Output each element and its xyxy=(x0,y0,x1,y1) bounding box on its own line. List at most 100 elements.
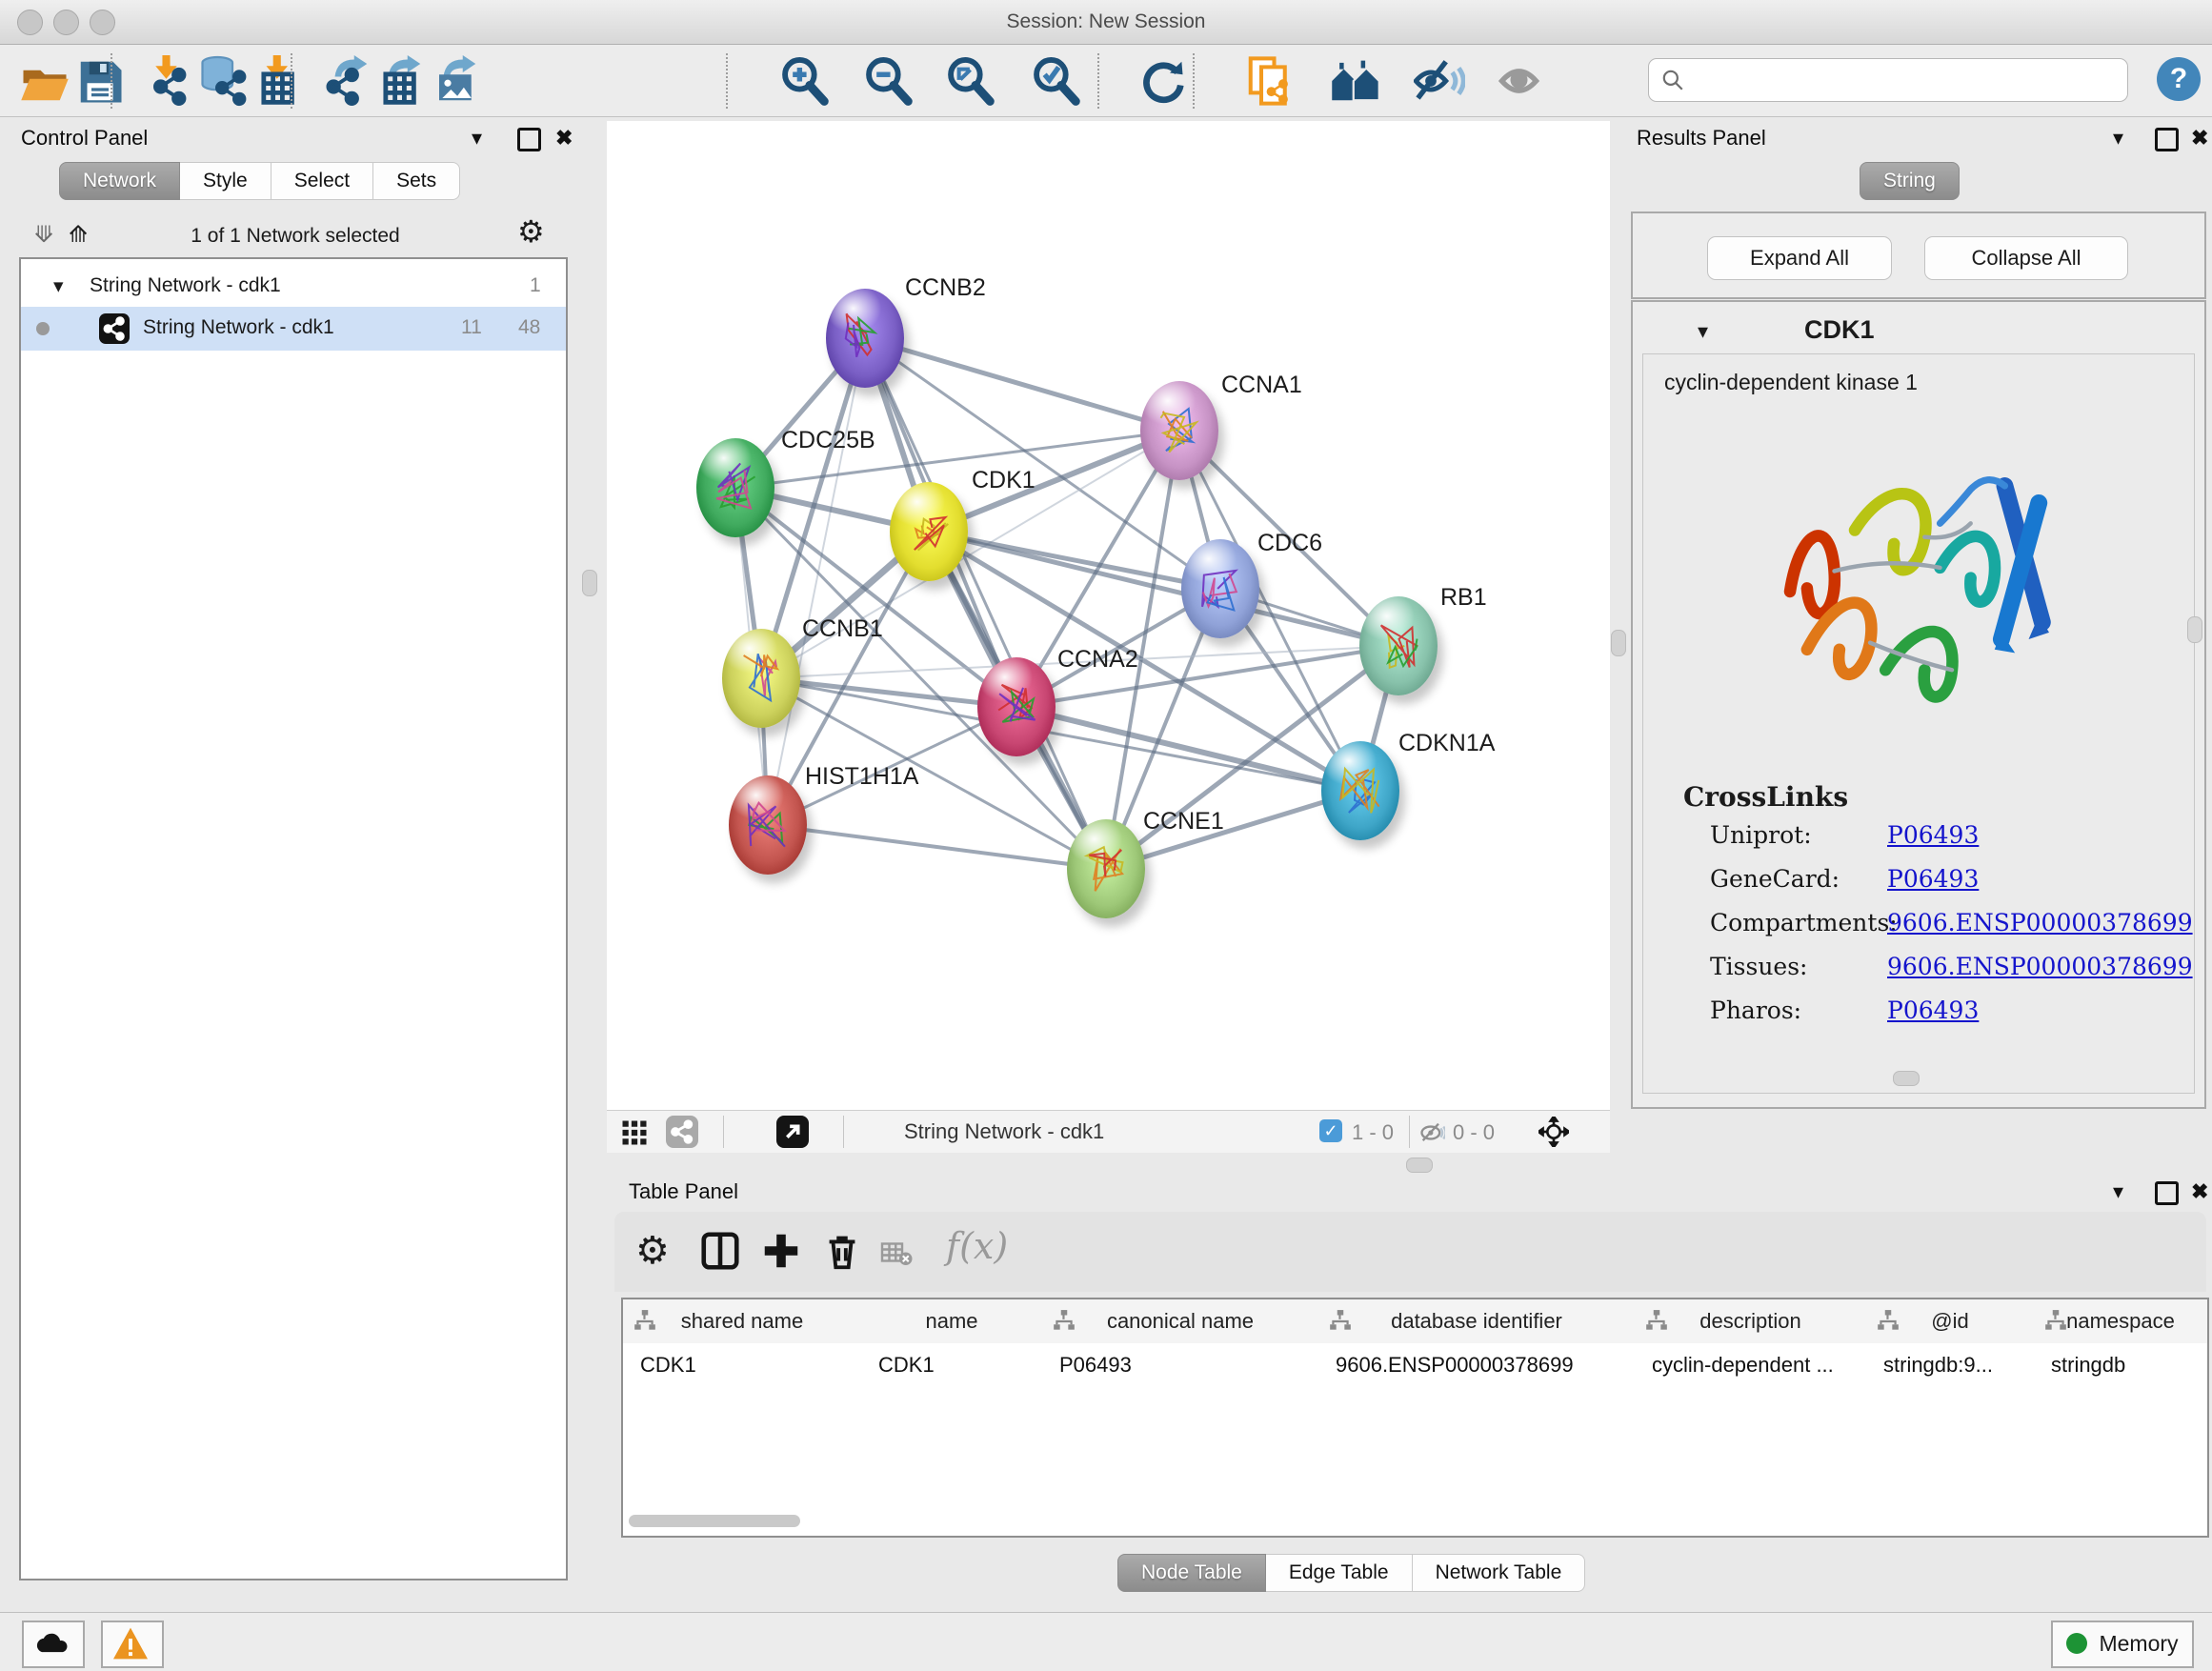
memory-button[interactable]: Memory xyxy=(2051,1621,2194,1668)
help-button[interactable]: ? xyxy=(2157,57,2201,101)
search-input[interactable] xyxy=(1695,61,2118,97)
network-node-CDK1[interactable] xyxy=(890,482,968,581)
crosslink-link[interactable]: P06493 xyxy=(1887,865,1979,893)
network-node-CCNB1[interactable] xyxy=(722,629,800,728)
delete-table-icon[interactable] xyxy=(879,1237,923,1280)
show-columns-icon[interactable] xyxy=(698,1229,742,1273)
tab-select[interactable]: Select xyxy=(271,162,373,200)
table-panel-float-icon[interactable] xyxy=(2155,1181,2179,1211)
network-collection-row[interactable]: ▾ String Network - cdk1 1 xyxy=(21,265,566,309)
birdseye-view-icon[interactable] xyxy=(776,1116,809,1148)
tab-network[interactable]: Network xyxy=(59,162,180,200)
table-cell[interactable]: stringdb:9... xyxy=(1883,1343,2028,1397)
table-cell[interactable]: stringdb xyxy=(2051,1343,2202,1397)
table-cell[interactable]: CDK1 xyxy=(640,1343,855,1397)
network-edge[interactable] xyxy=(768,338,865,825)
column-header-database-identifier[interactable]: database identifier xyxy=(1318,1299,1636,1343)
table-options-gear-icon[interactable]: ⚙ xyxy=(635,1229,679,1273)
fit-crosshair-icon[interactable] xyxy=(1538,1117,1569,1147)
network-thumbnail-icon[interactable] xyxy=(666,1116,698,1148)
network-node-HIST1H1A[interactable] xyxy=(729,775,807,875)
table-cell[interactable]: CDK1 xyxy=(878,1343,1036,1397)
network-row-selected[interactable]: String Network - cdk1 11 48 xyxy=(21,307,566,351)
network-node-CDC25B[interactable] xyxy=(696,438,774,537)
control-panel-menu-icon[interactable]: ▾ xyxy=(472,126,482,151)
selected-checkbox-icon[interactable]: ✓ xyxy=(1319,1119,1342,1142)
import-table-button[interactable] xyxy=(253,55,305,107)
results-panel-menu-icon[interactable]: ▾ xyxy=(2113,126,2123,151)
search-box[interactable] xyxy=(1648,58,2128,102)
column-header-name[interactable]: name xyxy=(861,1299,1043,1343)
collapse-all-button[interactable]: Collapse All xyxy=(1924,236,2128,280)
crosslink-link[interactable]: P06493 xyxy=(1887,997,1979,1024)
close-window-button[interactable] xyxy=(17,10,43,35)
delete-column-icon[interactable] xyxy=(820,1229,864,1273)
tab-edge-table[interactable]: Edge Table xyxy=(1266,1554,1413,1592)
open-session-button[interactable] xyxy=(19,55,70,107)
column-header-canonical-name[interactable]: canonical name xyxy=(1042,1299,1319,1343)
tab-sets[interactable]: Sets xyxy=(373,162,460,200)
network-node-CDC6[interactable] xyxy=(1181,539,1259,638)
network-edge[interactable] xyxy=(865,338,1179,431)
splitter-handle[interactable] xyxy=(582,570,597,596)
splitter-handle[interactable] xyxy=(1406,1158,1433,1173)
cloud-button[interactable] xyxy=(22,1621,85,1668)
collection-expander-icon[interactable]: ▾ xyxy=(53,274,64,298)
crosslink-link[interactable]: 9606.ENSP00000378699 xyxy=(1887,909,2193,936)
column-header--id[interactable]: @id xyxy=(1866,1299,2035,1343)
collapse-all-icon[interactable]: ⟱ xyxy=(34,221,53,249)
network-node-CCNB2[interactable] xyxy=(826,289,904,388)
control-panel-close-icon[interactable]: ✖ xyxy=(555,126,573,151)
export-table-button[interactable] xyxy=(375,55,427,107)
network-node-CCNA1[interactable] xyxy=(1140,381,1218,480)
network-canvas[interactable]: CCNB2CCNA1CDC25BCDK1CDC6RB1CCNB1CCNA2CDK… xyxy=(607,121,1610,1110)
export-network-button[interactable] xyxy=(322,55,373,107)
node-table[interactable]: shared nameCDK1nameCDK1 canonical nameP0… xyxy=(621,1298,2209,1538)
function-builder-icon[interactable]: f(x) xyxy=(946,1225,990,1269)
splitter-handle[interactable] xyxy=(1611,630,1626,656)
expand-all-icon[interactable]: ⟰ xyxy=(69,221,88,249)
card-scrollbar[interactable] xyxy=(2187,616,2202,643)
tab-network-table[interactable]: Network Table xyxy=(1413,1554,1586,1592)
table-horizontal-scrollbar[interactable] xyxy=(629,1515,800,1527)
network-node-CDKN1A[interactable] xyxy=(1321,741,1399,840)
column-header-description[interactable]: description xyxy=(1635,1299,1867,1343)
hidden-eye-icon[interactable] xyxy=(1418,1119,1445,1146)
import-network-button[interactable] xyxy=(145,55,196,107)
expand-all-button[interactable]: Expand All xyxy=(1707,236,1892,280)
tab-style[interactable]: Style xyxy=(180,162,271,200)
minimize-window-button[interactable] xyxy=(53,10,79,35)
network-node-CCNA2[interactable] xyxy=(977,657,1056,756)
tab-string[interactable]: String xyxy=(1860,162,1960,200)
table-cell[interactable]: cyclin-dependent ... xyxy=(1652,1343,1860,1397)
network-node-RB1[interactable] xyxy=(1359,596,1438,695)
export-image-button[interactable] xyxy=(431,55,482,107)
network-node-CCNE1[interactable] xyxy=(1067,819,1145,918)
save-session-button[interactable] xyxy=(74,55,126,107)
zoom-selected-button[interactable] xyxy=(1031,55,1082,107)
create-column-icon[interactable] xyxy=(759,1229,803,1273)
zoom-out-button[interactable] xyxy=(863,55,915,107)
column-header-shared-name[interactable]: shared name xyxy=(623,1299,862,1343)
zoom-window-button[interactable] xyxy=(90,10,115,35)
gene-expander-icon[interactable]: ▾ xyxy=(1698,319,1708,344)
table-panel-menu-icon[interactable]: ▾ xyxy=(2113,1179,2123,1204)
refresh-button[interactable] xyxy=(1136,55,1187,107)
zoom-fit-button[interactable] xyxy=(945,55,996,107)
crosslink-link[interactable]: P06493 xyxy=(1887,821,1979,849)
hide-selected-button[interactable] xyxy=(1414,55,1465,107)
import-database-button[interactable] xyxy=(198,55,250,107)
network-edge[interactable] xyxy=(768,825,1106,869)
tab-node-table[interactable]: Node Table xyxy=(1117,1554,1266,1592)
control-panel-float-icon[interactable] xyxy=(517,128,541,157)
results-panel-float-icon[interactable] xyxy=(2155,128,2179,157)
annotation-share-button[interactable] xyxy=(1244,55,1296,107)
show-all-button[interactable] xyxy=(1498,55,1549,107)
column-header-namespace[interactable]: namespace xyxy=(2034,1299,2208,1343)
network-options-gear-icon[interactable]: ⚙ xyxy=(517,213,545,250)
card-scrollbar[interactable] xyxy=(1893,1071,1920,1086)
zoom-in-button[interactable] xyxy=(779,55,831,107)
grid-view-icon[interactable] xyxy=(620,1118,649,1147)
crosslink-link[interactable]: 9606.ENSP00000378699 xyxy=(1887,953,2193,980)
table-cell[interactable]: 9606.ENSP00000378699 xyxy=(1336,1343,1629,1397)
